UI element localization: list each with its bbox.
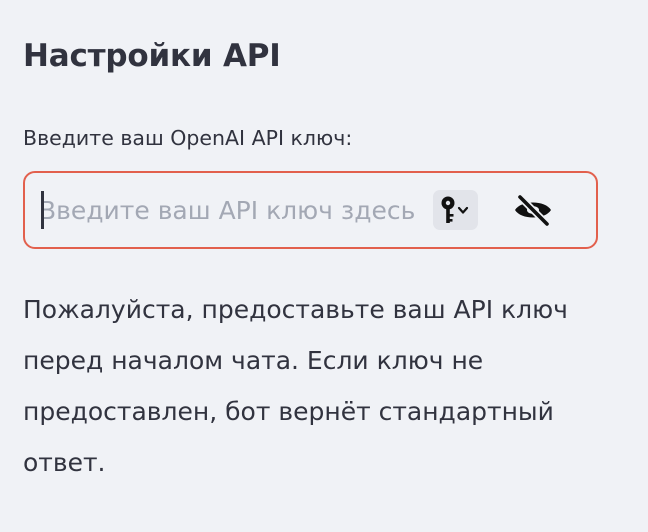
api-settings-panel: Настройки API Введите ваш OpenAI API клю… (0, 0, 648, 532)
password-manager-button[interactable] (433, 190, 478, 230)
api-key-help-text: Пожалуйста, предоставьте ваш API ключ пе… (23, 295, 568, 477)
key-icon (441, 196, 468, 223)
text-cursor (41, 191, 44, 229)
eye-slash-icon (515, 193, 551, 227)
api-settings-heading: Настройки API (23, 38, 281, 74)
api-key-input[interactable] (39, 173, 436, 247)
toggle-visibility-button[interactable] (509, 186, 557, 234)
api-key-label: Введите ваш OpenAI API ключ: (23, 126, 353, 150)
api-key-field[interactable] (23, 171, 598, 249)
